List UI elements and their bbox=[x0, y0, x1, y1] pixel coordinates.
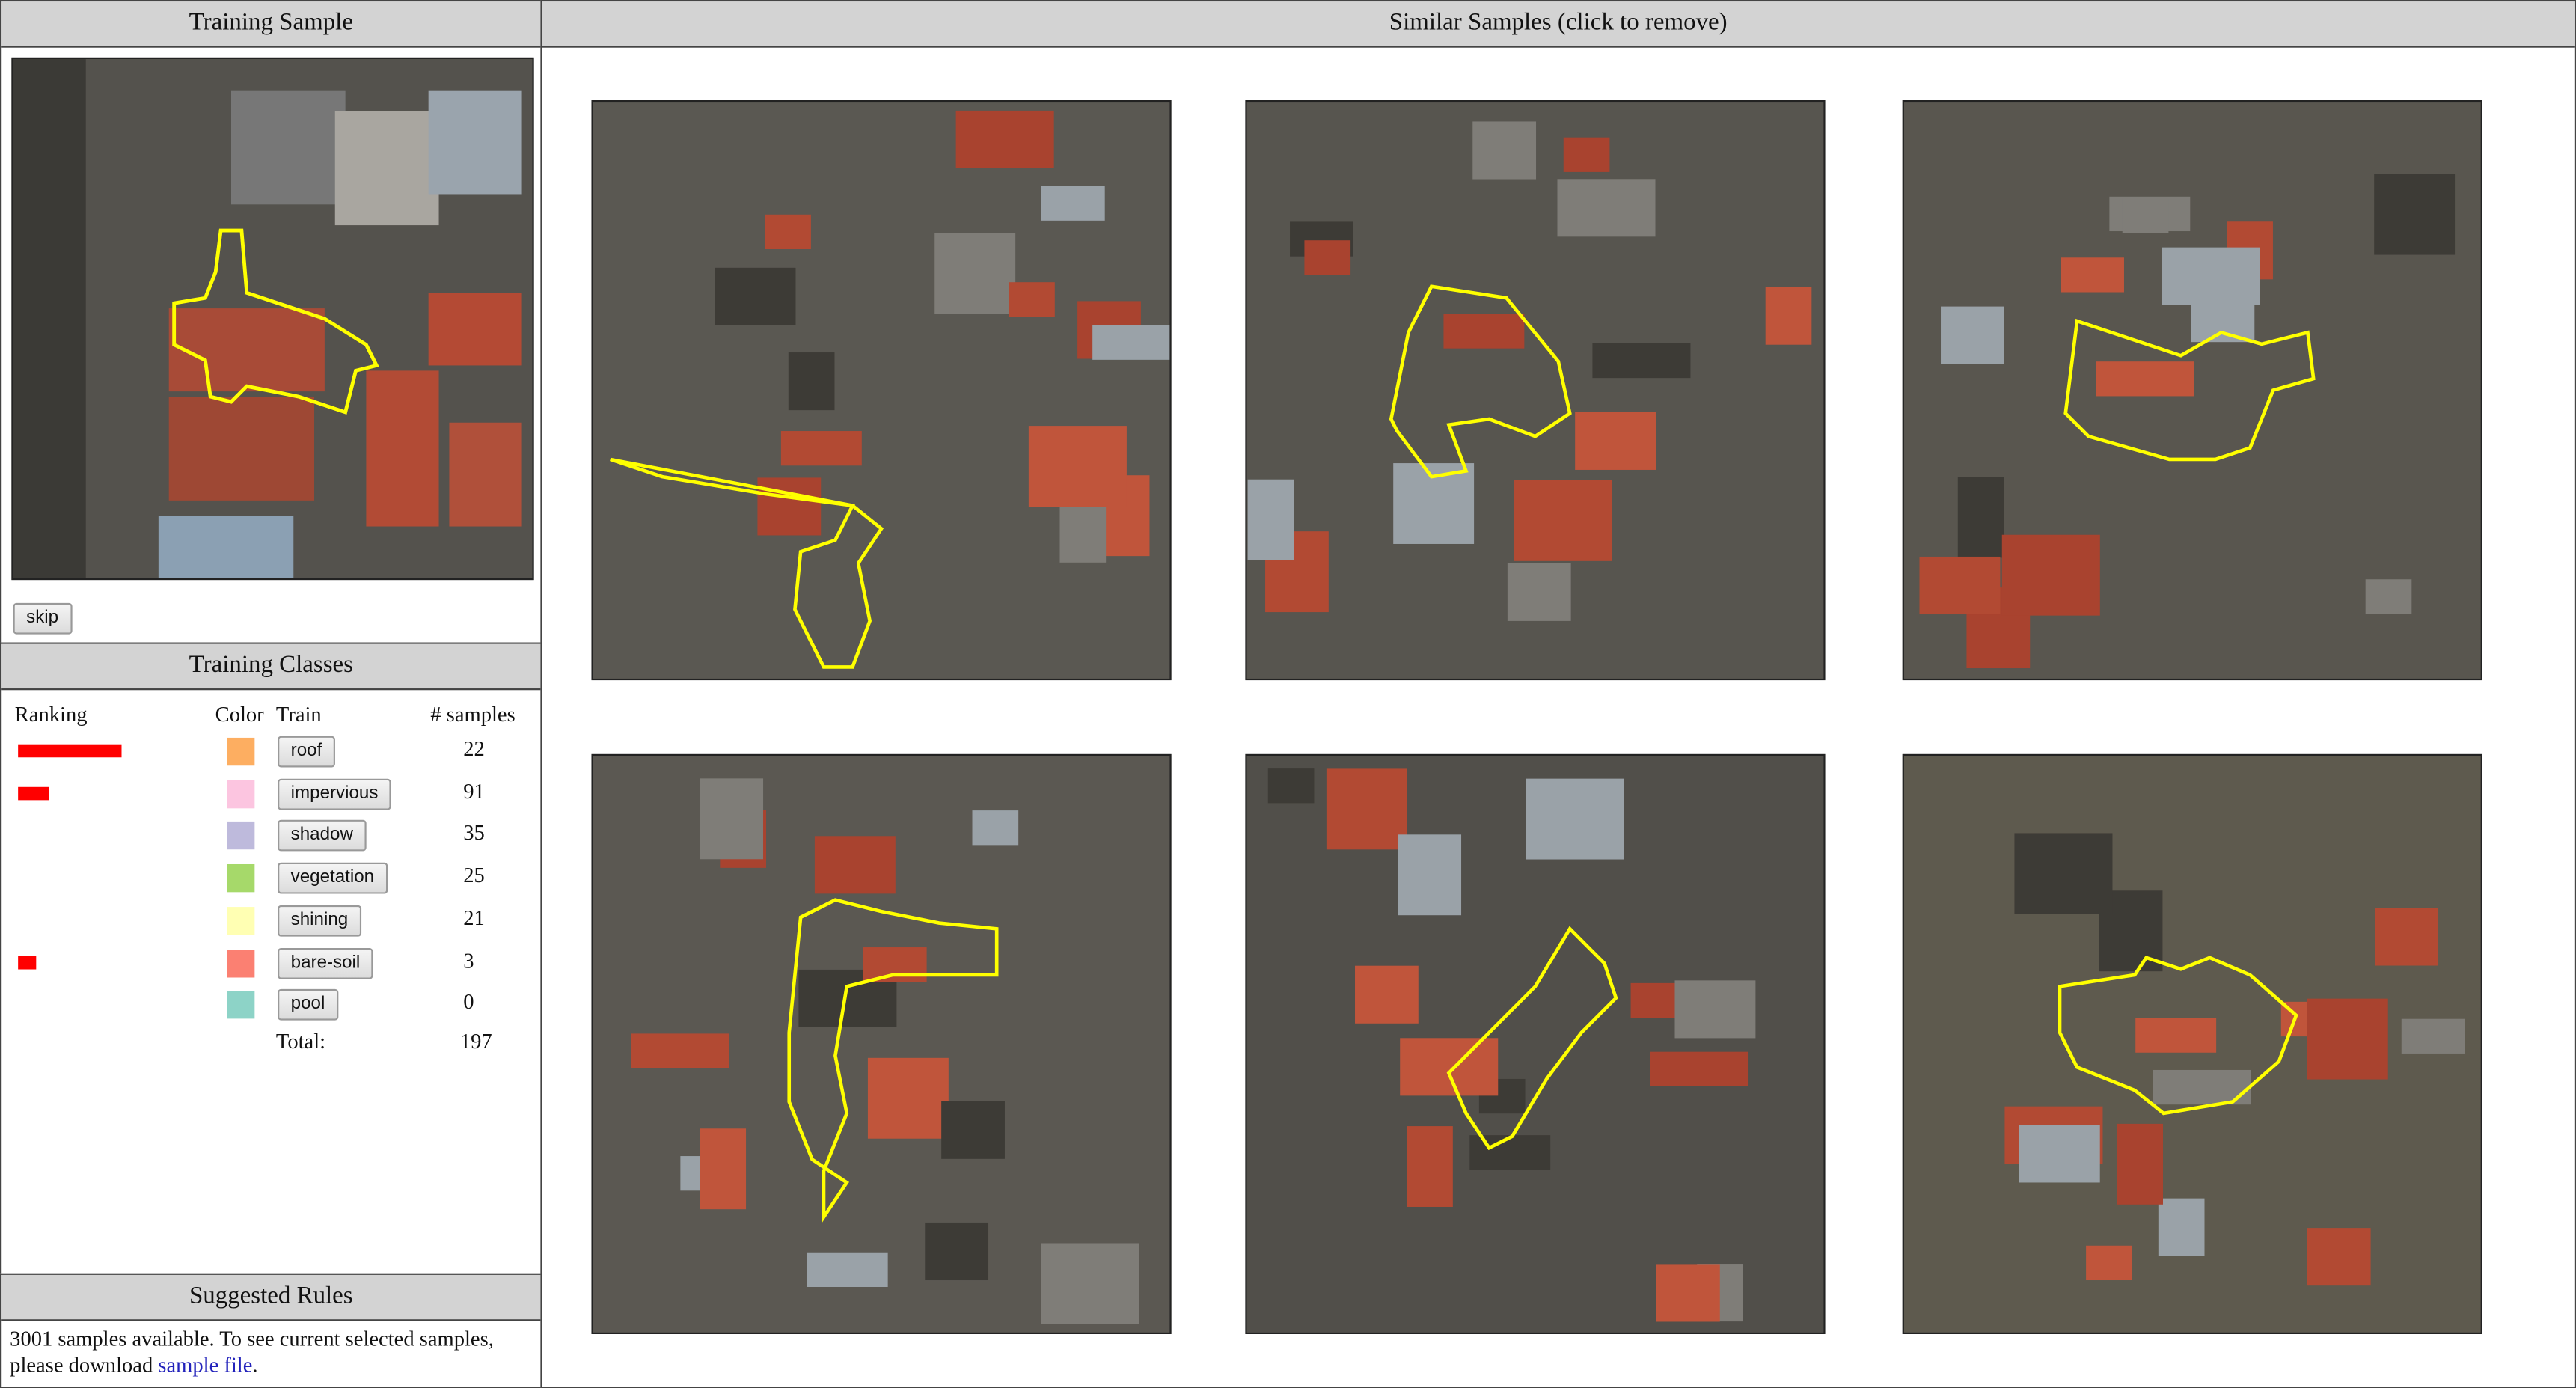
color-swatch-shining bbox=[227, 906, 255, 935]
sample-count-roof: 22 bbox=[463, 736, 485, 761]
similar-sample-image[interactable] bbox=[1902, 753, 2482, 1334]
similar-samples-panel: Similar Samples (click to remove) bbox=[540, 0, 2576, 1388]
similar-sample-image[interactable] bbox=[1245, 753, 1826, 1334]
training-sample-header: Training Sample bbox=[1, 1, 541, 48]
color-swatch-roof bbox=[227, 737, 255, 766]
suggested-rules-panel: Suggested Rules 3001 samples available. … bbox=[0, 1273, 542, 1388]
train-button-shining[interactable]: shining bbox=[278, 905, 361, 937]
suggested-rules-text: 3001 samples available. To see current s… bbox=[10, 1326, 494, 1378]
similar-sample-image[interactable] bbox=[591, 100, 1172, 681]
train-button-vegetation[interactable]: vegetation bbox=[278, 863, 388, 894]
total-label: Total: bbox=[275, 1028, 326, 1054]
ranking-bar-bare-soil bbox=[18, 955, 36, 969]
similar-sample-image[interactable] bbox=[1245, 100, 1826, 681]
color-swatch-pool bbox=[227, 991, 255, 1019]
train-button-pool[interactable]: pool bbox=[278, 989, 338, 1021]
training-classes-panel: Training Classes Ranking Color Train # s… bbox=[0, 642, 542, 1275]
sample-count-shadow: 35 bbox=[463, 820, 485, 846]
train-button-shadow[interactable]: shadow bbox=[278, 820, 367, 852]
similar-samples-header: Similar Samples (click to remove) bbox=[542, 1, 2575, 48]
sample-file-link[interactable]: sample file bbox=[158, 1352, 252, 1377]
training-sample-image bbox=[11, 57, 534, 581]
ranking-bar-roof bbox=[18, 744, 122, 758]
suggested-rules-header: Suggested Rules bbox=[1, 1274, 541, 1321]
color-swatch-bare-soil bbox=[227, 949, 255, 977]
similar-sample-image[interactable] bbox=[591, 753, 1172, 1334]
train-column-header: Train bbox=[275, 701, 322, 727]
total-value: 197 bbox=[459, 1028, 492, 1054]
ranking-bar-impervious bbox=[18, 786, 49, 800]
training-sample-panel: Training Sample skip bbox=[0, 0, 542, 644]
color-swatch-vegetation bbox=[227, 864, 255, 893]
ranking-column-header: Ranking bbox=[14, 701, 88, 727]
sample-count-shining: 21 bbox=[463, 905, 485, 930]
training-classes-header: Training Classes bbox=[1, 643, 541, 691]
train-button-bare-soil[interactable]: bare-soil bbox=[278, 947, 373, 979]
similar-sample-image[interactable] bbox=[1902, 100, 2482, 681]
color-swatch-shadow bbox=[227, 822, 255, 851]
color-column-header: Color bbox=[215, 701, 264, 727]
skip-button[interactable]: skip bbox=[13, 602, 72, 635]
sample-count-vegetation: 25 bbox=[463, 863, 485, 887]
samples-column-header: # samples bbox=[430, 701, 515, 727]
sample-count-bare-soil: 3 bbox=[463, 947, 474, 972]
sample-count-impervious: 91 bbox=[463, 778, 485, 804]
train-button-roof[interactable]: roof bbox=[278, 736, 335, 768]
train-button-impervious[interactable]: impervious bbox=[278, 778, 392, 810]
sample-count-pool: 0 bbox=[463, 989, 474, 1015]
color-swatch-impervious bbox=[227, 780, 255, 808]
